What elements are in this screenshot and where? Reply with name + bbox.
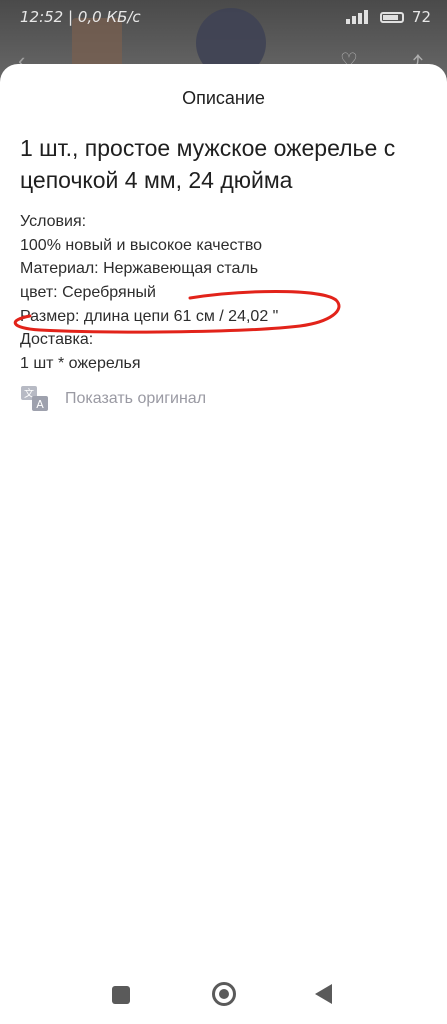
battery-icon [379, 11, 404, 23]
description-line: Материал: Нержавеющая сталь [20, 260, 259, 278]
show-original-label: Показать оригинал [65, 389, 207, 407]
signal-icon [345, 10, 372, 24]
back-triangle-icon[interactable] [315, 984, 332, 1004]
show-original-button[interactable]: 文 A Показать оригинал [20, 384, 206, 413]
svg-text:A: A [36, 398, 44, 411]
description-line: цвет: Серебряный [20, 284, 156, 302]
description-line: Условия: [20, 213, 87, 230]
description-sheet: Описание 1 шт., простое мужское ожерелье… [0, 64, 447, 1024]
description-line: 1 шт * ожерелья [20, 355, 141, 373]
description-line-size: Размер: длина цепи 61 см / 24,02 " [20, 307, 279, 325]
description-text: Условия: 100% новый и высокое качество М… [20, 210, 430, 376]
status-bar: 12:52 | 0,0 КБ/с 72 [0, 0, 447, 34]
sheet-title: Описание [182, 88, 265, 108]
description-line: 100% новый и высокое качество [20, 236, 263, 254]
battery-level: 72 [411, 8, 431, 26]
description-line: Доставка: [20, 331, 94, 349]
home-circle-icon[interactable] [212, 982, 236, 1006]
recents-square-icon[interactable] [112, 986, 130, 1004]
product-title: 1 шт., простое мужское ожерелье с цепочк… [20, 135, 396, 193]
status-time: 12:52 | 0,0 КБ/с [20, 8, 141, 26]
system-nav-bar [0, 968, 447, 1024]
status-right: 72 [345, 8, 431, 26]
translate-icon: 文 A [20, 384, 49, 413]
